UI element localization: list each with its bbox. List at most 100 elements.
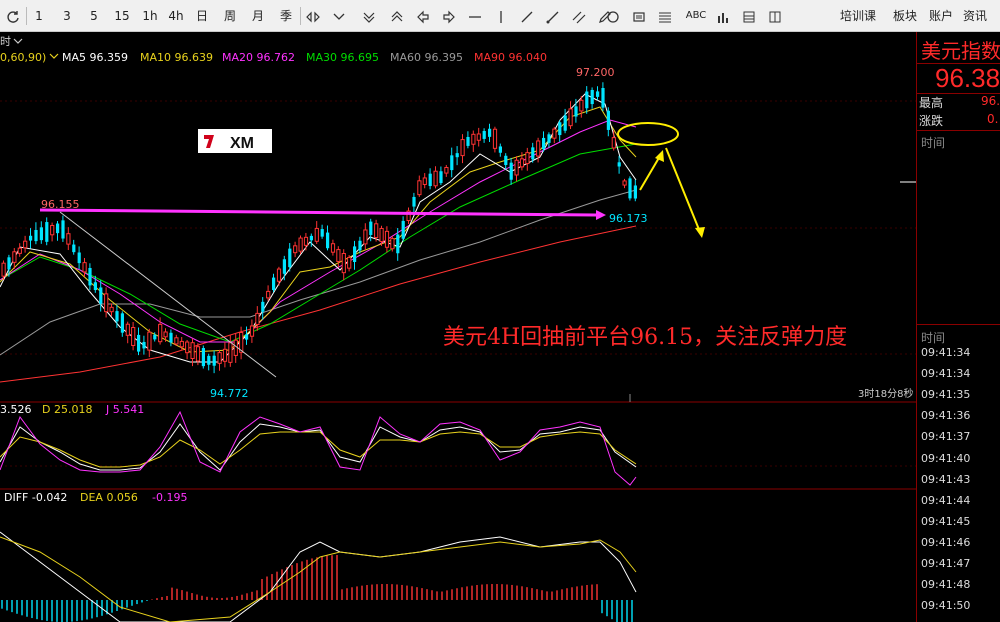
change-value: 0.	[987, 112, 999, 126]
candle-body	[23, 240, 28, 249]
candle-body	[617, 162, 621, 167]
period-1min[interactable]: 1	[30, 0, 48, 32]
candle-body	[320, 229, 324, 237]
candle-body	[353, 246, 357, 262]
layout-icon[interactable]	[766, 0, 784, 32]
drop-arrow-head	[695, 227, 705, 238]
fibonacci-icon[interactable]	[656, 0, 674, 32]
candle-body	[330, 243, 336, 253]
candle-body	[628, 178, 632, 199]
ma-dropdown-icon[interactable]	[49, 53, 59, 59]
menu-sector[interactable]: 板块	[890, 0, 920, 32]
candle-body	[29, 235, 33, 241]
high-label: 97.200	[576, 66, 615, 79]
candle-body	[390, 238, 395, 250]
tick-time: 09:41:50	[921, 599, 971, 613]
candle-body	[137, 334, 141, 352]
kdj-j-label: J 5.541	[105, 403, 144, 416]
kdj-d-label: D 25.018	[42, 403, 92, 416]
zoom-in-icon[interactable]	[360, 0, 378, 32]
period-15min[interactable]: 15	[110, 0, 134, 32]
xm-logo-text: XM	[230, 135, 254, 152]
candle-body	[509, 162, 513, 180]
horizontal-line-icon[interactable]	[466, 0, 484, 32]
candle-body	[153, 334, 157, 340]
text-tool-button[interactable]: ABC	[682, 0, 710, 32]
candle-body	[88, 267, 92, 286]
tick-time: 09:41:47	[921, 557, 971, 570]
vertical-line-icon[interactable]	[492, 0, 510, 32]
candle-body	[303, 236, 309, 246]
candle-body	[272, 277, 276, 291]
candle-body	[179, 340, 184, 348]
tick-time: 09:41:37	[921, 430, 971, 444]
period-quarter[interactable]: 季	[276, 0, 296, 32]
highlight-ellipse	[617, 122, 679, 146]
candle-body	[207, 355, 211, 365]
candle-body	[195, 346, 201, 362]
circle-icon[interactable]	[604, 0, 622, 32]
period-label[interactable]: 时	[0, 35, 11, 48]
grid-icon[interactable]	[740, 0, 758, 32]
candle-body	[99, 287, 103, 304]
candle-body	[358, 240, 362, 251]
tick-time: 09:41:44	[921, 493, 971, 507]
candle-body	[314, 227, 319, 242]
candle-body	[336, 249, 341, 262]
candle-body	[266, 290, 271, 299]
period-week[interactable]: 周	[220, 0, 240, 32]
period-1h[interactable]: 1h	[139, 0, 161, 32]
candle-body	[401, 220, 405, 239]
tick-time: 09:41:34	[921, 367, 971, 381]
bar-chart-icon[interactable]	[714, 0, 732, 32]
candle-body	[563, 115, 567, 131]
rectangle-icon[interactable]	[630, 0, 648, 32]
period-dropdown-icon[interactable]	[13, 38, 23, 44]
xm-logo: XM	[198, 129, 272, 153]
menu-news[interactable]: 资讯	[960, 0, 990, 32]
candle-body	[622, 180, 627, 186]
candle-body	[384, 230, 390, 248]
left-arrow-icon[interactable]	[414, 0, 432, 32]
candle-body	[585, 91, 589, 109]
zoom-out-icon[interactable]	[388, 0, 406, 32]
toolbar: 1 3 5 15 1h 4h 日 周 月 季 ABC 培训课 板块 账户 资讯	[0, 0, 1000, 32]
tick-time: 09:41:46	[921, 535, 971, 549]
ray-line-icon[interactable]	[544, 0, 562, 32]
candle-body	[1, 262, 6, 277]
refresh-icon[interactable]	[2, 0, 24, 32]
parallel-line-icon[interactable]	[570, 0, 588, 32]
right-arrow-icon[interactable]	[440, 0, 458, 32]
candle-body	[466, 136, 470, 146]
candle-body	[492, 128, 498, 149]
candle-body	[249, 325, 255, 337]
candle-body	[39, 227, 43, 241]
candle-body	[471, 133, 476, 145]
period-month[interactable]: 月	[248, 0, 268, 32]
trend-line-icon[interactable]	[518, 0, 536, 32]
time-header-top: 时间	[921, 136, 946, 150]
candle-body	[222, 348, 228, 362]
candle-body	[369, 221, 373, 235]
instrument-title: 美元指数	[921, 39, 1000, 63]
period-5min[interactable]: 5	[85, 0, 103, 32]
ma30-line	[0, 143, 637, 343]
candle-body	[455, 153, 459, 158]
fit-width-icon[interactable]	[304, 0, 322, 32]
candle-body	[298, 237, 303, 252]
ma-legend-item: MA30 96.695	[306, 51, 379, 64]
candlestick-chart[interactable]: 时 0,60,90) MA5 96.359 MA10 96.639 MA20 96.…	[0, 32, 916, 622]
period-4h[interactable]: 4h	[165, 0, 187, 32]
period-day[interactable]: 日	[193, 0, 211, 32]
candle-body	[558, 122, 562, 136]
tick-time: 09:41:48	[921, 578, 971, 592]
candle-body	[163, 331, 168, 338]
period-3min[interactable]: 3	[58, 0, 76, 32]
candle-body	[56, 223, 60, 234]
candle-body	[531, 147, 535, 160]
collapse-icon[interactable]	[330, 0, 348, 32]
high-label: 最高	[919, 96, 944, 110]
candle-body	[488, 128, 492, 137]
menu-account[interactable]: 账户	[926, 0, 956, 32]
menu-training[interactable]: 培训课	[838, 0, 878, 32]
